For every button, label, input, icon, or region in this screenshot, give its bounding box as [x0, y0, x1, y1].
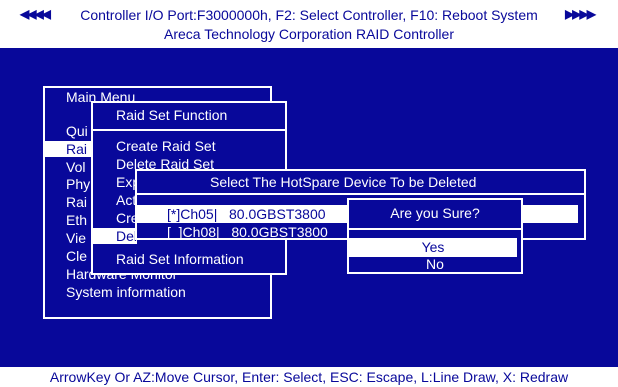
main-menu-item-physical[interactable]: Phy — [66, 176, 90, 192]
raid-set-item-delete-hotspare[interactable]: Del — [93, 228, 137, 244]
title-divider — [349, 228, 521, 230]
title-divider — [93, 129, 285, 131]
main-menu-item-view-events[interactable]: Vie — [66, 230, 86, 246]
main-menu-item-ethernet[interactable]: Eth — [66, 212, 87, 228]
controller-title: Areca Technology Corporation RAID Contro… — [164, 26, 454, 42]
main-menu-item-raid-system[interactable]: Rai — [66, 194, 87, 210]
main-menu-item-system-information[interactable]: System information — [66, 284, 186, 300]
main-menu-item-clear-buffer[interactable]: Cle — [66, 248, 87, 264]
raid-set-item-create[interactable]: Create Raid Set — [116, 138, 216, 154]
main-menu-item-volume[interactable]: Vol — [66, 159, 85, 175]
raid-set-item-activate[interactable]: Act — [116, 192, 136, 208]
main-menu-item-quick[interactable]: Qui — [66, 123, 88, 139]
no-button[interactable]: No — [349, 256, 521, 272]
controller-info-line: Controller I/O Port:F3000000h, F2: Selec… — [80, 7, 538, 23]
status-bar: ArrowKey Or AZ:Move Cursor, Enter: Selec… — [0, 367, 618, 387]
yes-button[interactable]: Yes — [349, 238, 517, 257]
confirm-dialog-window: Are you Sure? Yes No — [347, 198, 523, 274]
raid-set-item-information[interactable]: Raid Set Information — [116, 251, 244, 267]
raid-set-function-title: Raid Set Function — [116, 107, 228, 123]
confirm-dialog-title: Are you Sure? — [390, 205, 480, 221]
hotspare-device-row[interactable]: [ ]Ch08| 80.0GBST3800 — [167, 224, 328, 240]
main-menu-item-raid-set[interactable]: Rai — [45, 141, 91, 157]
right-arrows-icon: ▶▶▶▶ — [565, 7, 596, 21]
header-bar: ◀◀◀◀ Controller I/O Port:F3000000h, F2: … — [0, 0, 618, 48]
hotspare-dialog-title: Select The HotSpare Device To be Deleted — [210, 174, 477, 190]
title-divider — [137, 193, 584, 195]
